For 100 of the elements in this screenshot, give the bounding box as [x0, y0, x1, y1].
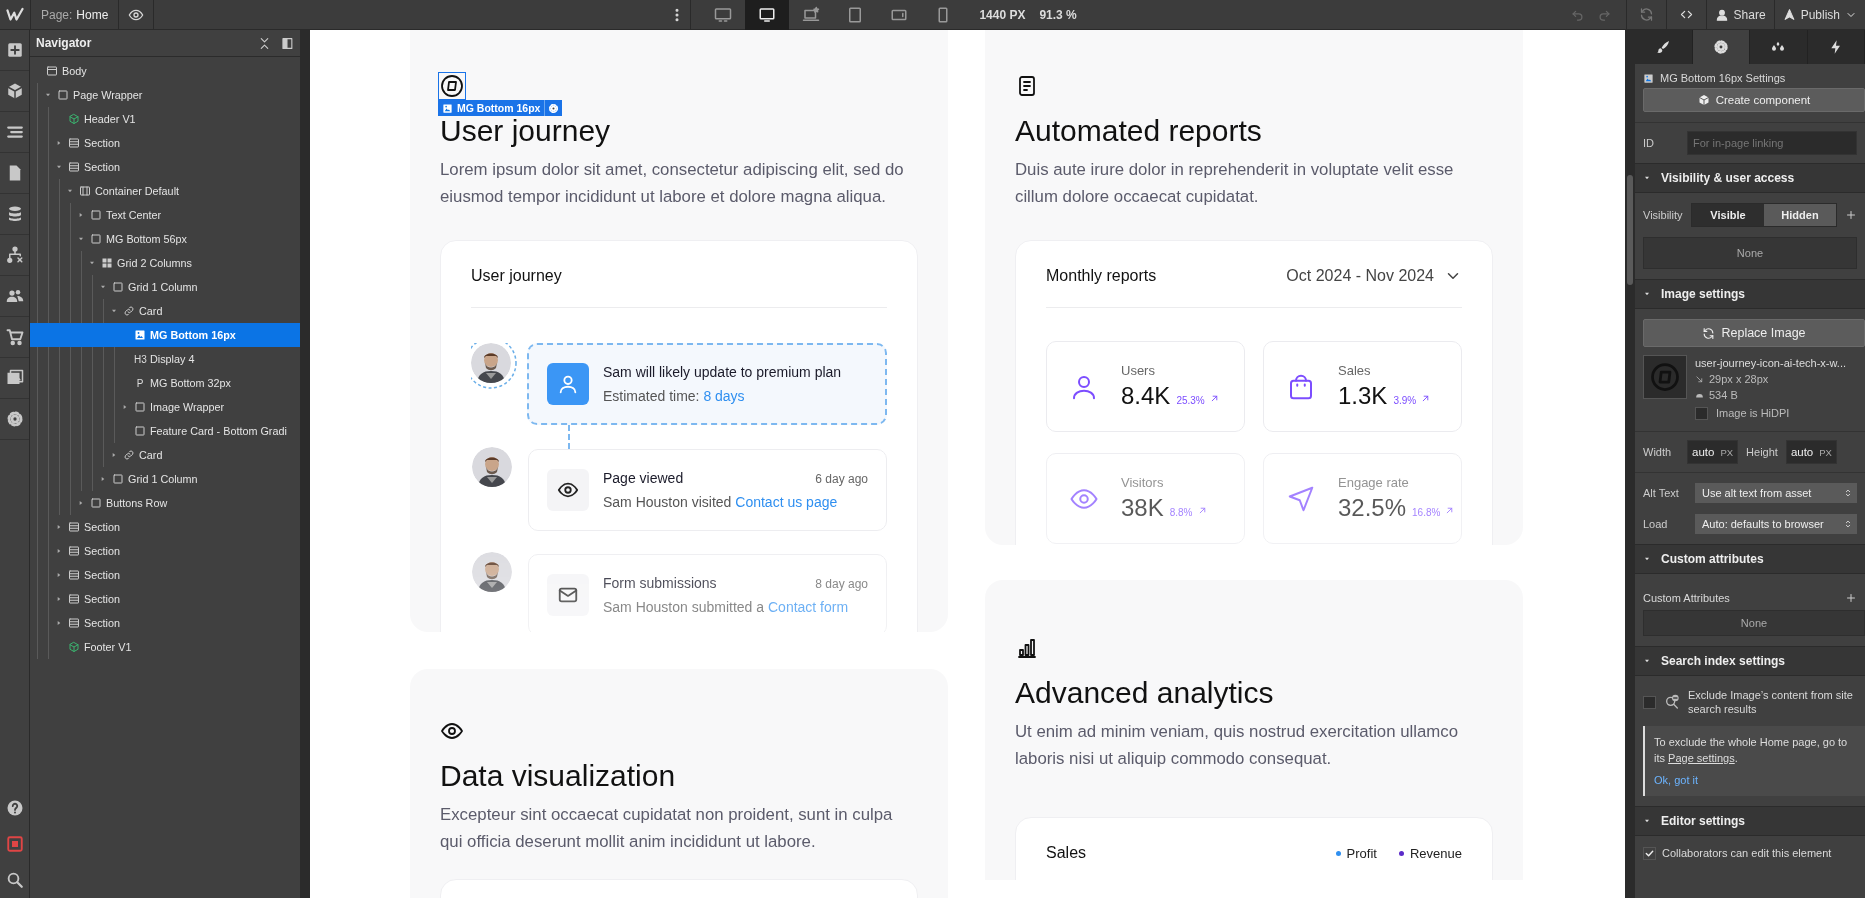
stat-label: Users: [1121, 363, 1156, 378]
navigator-item[interactable]: Text Center: [30, 203, 300, 227]
navigator-item[interactable]: Section: [30, 539, 300, 563]
segment-button[interactable]: Hidden: [1764, 204, 1836, 226]
navigator-item[interactable]: Footer V1: [30, 635, 300, 659]
section-header[interactable]: Editor settings: [1635, 806, 1865, 836]
section-header[interactable]: Search index settings: [1635, 646, 1865, 676]
navigator-item[interactable]: Card: [30, 299, 300, 323]
event-time: 6 day ago: [815, 472, 868, 486]
section-header[interactable]: Custom attributes: [1635, 544, 1865, 574]
settings-title: MG Bottom 16px Settings: [1660, 72, 1786, 84]
navigator-item[interactable]: Buttons Row: [30, 491, 300, 515]
page-selector[interactable]: Page: Home: [31, 0, 120, 30]
field-label: Height: [1746, 446, 1778, 458]
field-label: Alt Text: [1643, 487, 1680, 499]
width-field[interactable]: auto PX: [1687, 440, 1739, 464]
tag-label: H3: [134, 353, 146, 365]
stat-change: 3.9%: [1393, 395, 1417, 406]
feature-title: Data visualization: [440, 758, 677, 794]
feature-title: Automated reports: [1015, 113, 1263, 149]
navigator-item[interactable]: Image Wrapper: [30, 395, 300, 419]
event-detail: Estimated time: 8 days: [603, 388, 746, 404]
stat-change: 8.8%: [1169, 507, 1193, 518]
stat-value: 8.4K: [1121, 382, 1171, 410]
feature-description: Duis aute irure dolor in reprehenderit in voluptate velit esse cillum dolore occaecat cupidatat.: [1015, 159, 1455, 208]
navigator-item[interactable]: Container Default: [30, 179, 300, 203]
navigator-item[interactable]: MG Bottom 16px: [30, 323, 300, 347]
navigator-item[interactable]: Grid 1 Column: [30, 467, 300, 491]
navigator-item[interactable]: Section: [30, 515, 300, 539]
card-title: User journey: [471, 267, 562, 285]
image-dimensions: 29px x 28px: [1709, 373, 1769, 385]
note-text: To exclude the whole Home page, go to its Page settings.: [1654, 735, 1849, 766]
feature-description: Excepteur sint occaecat cupidatat non proident, sunt in culpa qui officia deserunt mollit anim incididunt ut labore.: [440, 804, 894, 853]
navigator-item[interactable]: Header V1: [30, 107, 300, 131]
feature-description: Lorem ipsum dolor sit amet, consectetur adipiscing elit, sed do eiusmod tempor incididunt ut labore et dolore magna aliqua.: [440, 159, 905, 208]
height-field[interactable]: auto PX: [1785, 440, 1837, 464]
dismiss-link[interactable]: Ok, got it: [1654, 772, 1857, 788]
legend-label: Revenue: [1409, 845, 1462, 861]
stat-label: Visitors: [1121, 475, 1165, 490]
navigator-item[interactable]: Section: [30, 563, 300, 587]
replace-image-button[interactable]: Replace Image: [1643, 319, 1865, 347]
legend-label: Profit: [1346, 845, 1377, 861]
stat-value: 38K: [1121, 494, 1164, 522]
checkbox-label: Exclude Image’s content from site search results: [1688, 688, 1854, 716]
navigator-item[interactable]: Card: [30, 443, 300, 467]
event-title: Page viewed: [603, 470, 684, 486]
card-title: Sales: [1046, 844, 1087, 862]
navigator-item[interactable]: Grid 1 Column: [30, 275, 300, 299]
tag-label: P: [135, 377, 145, 389]
id-field[interactable]: For in-page linking: [1687, 131, 1857, 155]
navigator-item[interactable]: Grid 2 Columns: [30, 251, 300, 275]
file-size: 534 B: [1709, 389, 1738, 401]
navigator-item[interactable]: Section: [30, 131, 300, 155]
panel-title: Navigator: [36, 36, 93, 50]
share-button[interactable]: Share: [1705, 0, 1774, 30]
stat-value: 1.3K: [1338, 382, 1388, 410]
navigator-item[interactable]: Section: [30, 587, 300, 611]
event-detail: Sam Houston visited Contact us page: [603, 494, 839, 510]
navigator-item[interactable]: Body: [30, 59, 300, 83]
date-range-dropdown[interactable]: Oct 2024 - Nov 2024: [1286, 267, 1462, 285]
zoom-level: 91.3 %: [1039, 7, 1077, 22]
event-title: Sam will likely update to premium plan: [603, 364, 842, 380]
segment-button[interactable]: Visible: [1692, 204, 1764, 226]
field-label: Width: [1643, 446, 1673, 458]
publish-button[interactable]: Publish: [1773, 0, 1865, 30]
navigator-item[interactable]: Feature Card - Bottom Gradi: [30, 419, 300, 443]
stat-label: Engage rate: [1338, 475, 1410, 490]
field-label: Load: [1643, 518, 1669, 530]
feature-title: User journey: [440, 114, 612, 149]
event-time: 8 day ago: [815, 577, 868, 591]
feature-card[interactable]: Data visualization Excepteur sint occaecat cupidatat non proident, sunt in culpa qui officia deserunt mollit anim incididunt ut labore.: [410, 669, 948, 898]
load-select[interactable]: Auto: defaults to browser: [1695, 514, 1857, 534]
navigator-item[interactable]: Section: [30, 155, 300, 179]
navigator-item[interactable]: Section: [30, 611, 300, 635]
card-title: Monthly reports: [1046, 267, 1157, 285]
selection-label[interactable]: MG Bottom 16px: [438, 100, 563, 116]
feature-card[interactable]: Advanced analytics Ut enim ad minim veniam, quis nostrud exercitation ullamco laboris nisi ut aliquip commodo consequat. Sales Profit Revenue: [985, 580, 1523, 880]
field-label: Visibility: [1643, 209, 1683, 221]
link[interactable]: Page settings: [1668, 752, 1735, 764]
stat-label: Sales: [1338, 363, 1372, 378]
event-title: Form submissions: [603, 575, 717, 591]
create-component-button[interactable]: Create component: [1643, 88, 1865, 112]
conditions-list: None: [1643, 237, 1857, 269]
canvas-width: 1440 PX: [979, 7, 1026, 22]
feature-description: Ut enim ad minim veniam, quis nostrud exercitation ullamco laboris nisi ut aliquip commodo consequat.: [1015, 721, 1460, 770]
navigator-item[interactable]: H3 Display 4: [30, 347, 300, 371]
stat-change: 16.8%: [1412, 507, 1441, 518]
alt-text-select[interactable]: Use alt text from asset: [1695, 483, 1857, 503]
navigator-item[interactable]: Page Wrapper: [30, 83, 300, 107]
attributes-list: None: [1643, 610, 1865, 636]
checkbox-label: Image is HiDPI: [1716, 407, 1790, 419]
stat-change: 25.3%: [1176, 395, 1205, 406]
section-header[interactable]: Visibility & user access: [1635, 163, 1865, 193]
field-label: ID: [1643, 137, 1655, 149]
file-name: user-journey-icon-ai-tech-x-w...: [1695, 356, 1846, 371]
section-header[interactable]: Image settings: [1635, 279, 1865, 309]
stat-value: 32.5%: [1338, 494, 1407, 522]
navigator-item[interactable]: P MG Bottom 32px: [30, 371, 300, 395]
field-label: Custom Attributes: [1643, 592, 1730, 604]
navigator-item[interactable]: MG Bottom 56px: [30, 227, 300, 251]
